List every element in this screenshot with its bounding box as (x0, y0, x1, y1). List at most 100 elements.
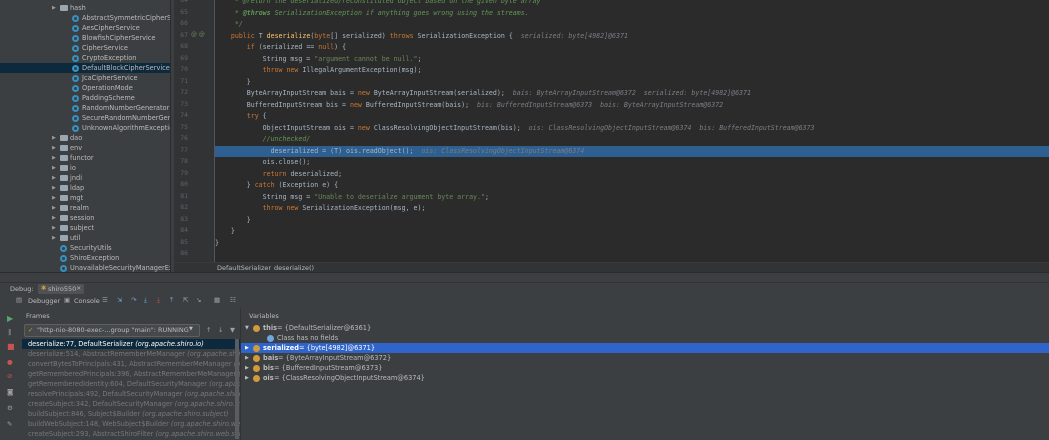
pause-icon[interactable]: ‖ (8, 328, 11, 336)
tab-console[interactable]: Console (74, 297, 100, 305)
code-line[interactable]: ois.close(); (215, 157, 1049, 168)
tree-item[interactable]: ▶ session (0, 213, 170, 223)
chevron-right-icon[interactable]: ▶ (52, 203, 56, 213)
code-line[interactable]: } (215, 226, 1049, 237)
chevron-right-icon[interactable]: ▶ (52, 173, 56, 183)
tree-item[interactable]: AbstractSymmetricCipherSer (0, 13, 170, 23)
variable-row[interactable]: ▶ ois = {ClassResolvingObjectInputStream@… (241, 373, 1049, 383)
code-line[interactable]: } catch (Exception e) { (215, 180, 1049, 191)
code-line[interactable]: } (215, 238, 1049, 249)
variable-row[interactable]: ▶ bais = {ByteArrayInputStream@6372} (241, 353, 1049, 363)
tree-item[interactable]: ▶ functor (0, 153, 170, 163)
resume-icon[interactable]: ▶ (7, 314, 13, 323)
chevron-right-icon[interactable]: ▶ (52, 153, 56, 163)
variable-row[interactable]: ▶ serialized = {byte[4982]@6371} (241, 343, 1049, 353)
tree-item[interactable]: DefaultBlockCipherService (0, 63, 170, 73)
code-line[interactable]: String msg = "Unable to deserialze argum… (215, 192, 1049, 203)
close-icon[interactable]: × (76, 284, 81, 292)
tree-item[interactable]: JcaCipherService (0, 73, 170, 83)
code-line[interactable]: //unchecked/ (215, 134, 1049, 145)
chevron-right-icon[interactable]: ▶ (52, 193, 56, 203)
tree-item[interactable]: ▶ ldap (0, 183, 170, 193)
frame-row[interactable]: createSubject:342, DefaultSecurityManage… (22, 399, 240, 409)
drop-frame-icon[interactable]: ⇱ (183, 296, 188, 304)
tree-item[interactable]: CryptoException (0, 53, 170, 63)
code-line[interactable]: public T deserialize(byte[] serialized) … (215, 31, 1049, 42)
tree-item[interactable]: ▶ realm (0, 203, 170, 213)
code-line[interactable]: return deserialized; (215, 169, 1049, 180)
code-line[interactable]: String msg = "argument cannot be null."; (215, 54, 1049, 65)
frame-row[interactable]: getRememberedIdentity:604, DefaultSecuri… (22, 379, 240, 389)
chevron-right-icon[interactable]: ▶ (245, 343, 249, 353)
tree-item[interactable]: PaddingScheme (0, 93, 170, 103)
code-line[interactable]: ByteArrayInputStream bais = new ByteArra… (215, 88, 1049, 99)
gear-icon[interactable]: ⚙ (7, 404, 13, 412)
frame-row[interactable]: resolvePrincipals:492, DefaultSecurityMa… (22, 389, 240, 399)
chevron-down-icon[interactable]: ▼ (245, 323, 249, 333)
code-line[interactable]: throw new SerializationException(msg, e)… (215, 203, 1049, 214)
camera-icon[interactable]: ◙ (7, 388, 13, 396)
mute-breakpoints-icon[interactable]: ⊘ (7, 372, 12, 380)
frame-row[interactable]: createSubject:293, AbstractShiroFilter (… (22, 429, 240, 439)
tree-item[interactable]: ▶ dao (0, 133, 170, 143)
tree-item[interactable]: CipherService (0, 43, 170, 53)
force-step-into-icon[interactable]: ⤓ (157, 296, 160, 305)
chevron-right-icon[interactable]: ▶ (52, 233, 56, 243)
code-line[interactable]: BufferedInputStream bis = new BufferedIn… (215, 100, 1049, 111)
tree-item[interactable]: ▶ util (0, 233, 170, 243)
stop-icon[interactable]: ■ (7, 342, 15, 351)
variable-row[interactable]: ▶ bis = {BufferedInputStream@6373} (241, 363, 1049, 373)
tree-item[interactable]: ▶ mgt (0, 193, 170, 203)
frame-row[interactable]: deserialize:77, DefaultSerializer (org.a… (22, 339, 240, 349)
arrow-up-icon[interactable]: ↑ (206, 326, 211, 334)
tree-item[interactable]: RandomNumberGenerator (0, 103, 170, 113)
code-line[interactable]: try { (215, 111, 1049, 122)
variable-row[interactable]: Class has no fields (241, 333, 1049, 343)
run-to-cursor-icon[interactable]: ↘ (196, 296, 201, 304)
filter-icon[interactable]: ▼ (230, 326, 235, 334)
tree-item[interactable]: UnknownAlgorithmException (0, 123, 170, 133)
breadcrumb-method[interactable]: deserialize() (274, 264, 314, 272)
tree-item[interactable]: ▶ env (0, 143, 170, 153)
current-execution-line[interactable]: deserialized = (T) ois.readObject(); ois… (215, 145, 1049, 157)
chevron-right-icon[interactable]: ▶ (52, 3, 56, 13)
code-line[interactable]: ObjectInputStream ois = new ClassResolvi… (215, 123, 1049, 134)
tree-item[interactable]: ▶ io (0, 163, 170, 173)
code-line[interactable]: if (serialized == null) { (215, 42, 1049, 53)
frame-list[interactable]: deserialize:77, DefaultSerializer (org.a… (22, 339, 240, 440)
settings-lines-icon[interactable]: ☷ (230, 296, 236, 304)
project-tree[interactable]: ▶ hash AbstractSymmetricCipherSer AesCipher… (0, 0, 170, 272)
chevron-right-icon[interactable]: ▶ (52, 183, 56, 193)
frames-scrollbar[interactable] (235, 339, 239, 439)
step-into-icon[interactable]: ⤓ (144, 296, 147, 305)
chevron-right-icon[interactable]: ▶ (245, 353, 249, 363)
breadcrumb-class[interactable]: DefaultSerializer (217, 264, 271, 272)
frame-row[interactable]: buildSubject:846, Subject$Builder (org.a… (22, 409, 240, 419)
tab-debugger[interactable]: Debugger (28, 297, 60, 305)
chevron-right-icon[interactable]: ▶ (52, 223, 56, 233)
chevron-right-icon[interactable]: ▶ (52, 163, 56, 173)
arrow-down-icon[interactable]: ↓ (218, 326, 223, 334)
pin-icon[interactable]: ✎ (7, 420, 12, 428)
tree-item[interactable]: ▶ subject (0, 223, 170, 233)
frame-row[interactable]: getRememberedPrincipals:396, AbstractRem… (22, 369, 240, 379)
tree-item[interactable]: OperationMode (0, 83, 170, 93)
frame-row[interactable]: deserialize:514, AbstractRememberMeManag… (22, 349, 240, 359)
tree-item[interactable]: AesCipherService (0, 23, 170, 33)
code-editor[interactable]: * @return the deserialized/reconstituted… (215, 0, 1049, 262)
override-marker-icon[interactable]: @ @ (191, 31, 205, 38)
tree-item[interactable]: ShiroException (0, 253, 170, 263)
tree-item[interactable]: ▶ hash (0, 3, 170, 13)
code-line[interactable]: * @throws SerializationException if anyt… (215, 8, 1049, 19)
tree-item[interactable]: BlowfishCipherService (0, 33, 170, 43)
variable-list[interactable]: ▼ this = {DefaultSerializer@6361} Class ha… (241, 323, 1049, 433)
code-line[interactable]: * @return the deserialized/reconstituted… (215, 0, 1049, 7)
step-over-icon[interactable]: ↷ (131, 296, 136, 304)
chevron-right-icon[interactable]: ▶ (52, 143, 56, 153)
frame-row[interactable]: convertBytesToPrincipals:431, AbstractRe… (22, 359, 240, 369)
tree-item[interactable]: SecurityUtils (0, 243, 170, 253)
step-out-icon[interactable]: ⤒ (170, 296, 173, 305)
code-line[interactable]: } (215, 215, 1049, 226)
thread-selector[interactable]: ✓ "http-nio-8080-exec-...group "main": R… (24, 324, 200, 337)
chevron-right-icon[interactable]: ▶ (52, 133, 56, 143)
